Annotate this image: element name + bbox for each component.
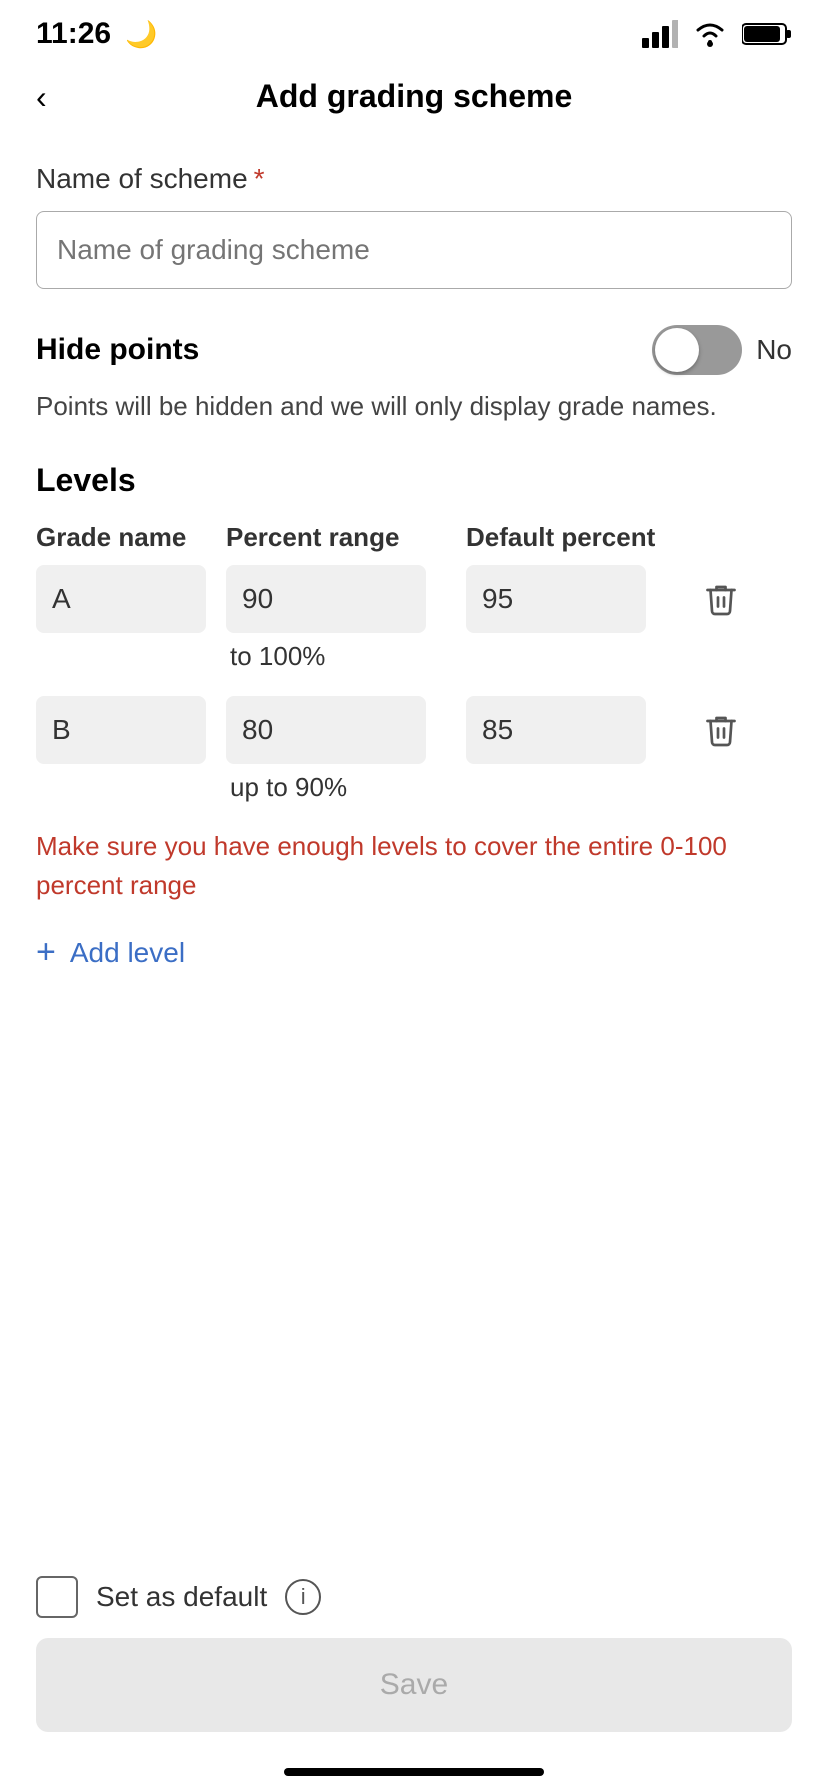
hide-points-row: Hide points No bbox=[36, 325, 792, 375]
grade-name-header: Grade name bbox=[36, 519, 226, 555]
grade-name-input-0[interactable] bbox=[36, 565, 206, 633]
status-icons bbox=[642, 20, 792, 48]
name-label: Name of scheme * bbox=[36, 163, 792, 195]
home-indicator bbox=[284, 1768, 544, 1776]
levels-header: Grade name Percent range Default percent bbox=[36, 519, 792, 555]
range-input-0[interactable] bbox=[226, 565, 426, 633]
set-default-label: Set as default bbox=[96, 1581, 267, 1613]
range-col-0: to 100% bbox=[226, 565, 466, 672]
levels-section: Levels Grade name Percent range Default … bbox=[36, 462, 792, 972]
range-label-0: to 100% bbox=[226, 641, 466, 672]
add-level-label: Add level bbox=[70, 937, 185, 969]
default-input-0[interactable] bbox=[466, 565, 646, 633]
nav-header: ‹ Add grading scheme bbox=[0, 60, 828, 133]
signal-icon bbox=[642, 20, 678, 48]
hide-points-description: Points will be hidden and we will only d… bbox=[36, 387, 792, 426]
save-button[interactable]: Save bbox=[36, 1638, 792, 1732]
info-icon[interactable]: i bbox=[285, 1579, 321, 1615]
delete-row-1[interactable] bbox=[686, 696, 756, 748]
add-level-button[interactable]: + Add level bbox=[36, 933, 185, 972]
add-level-plus-icon: + bbox=[36, 933, 56, 972]
range-label-1: up to 90% bbox=[226, 772, 466, 803]
range-col-1: up to 90% bbox=[226, 696, 466, 803]
percent-range-header: Percent range bbox=[226, 519, 466, 555]
level-row-0: to 100% bbox=[36, 565, 792, 672]
set-default-row: Set as default i bbox=[36, 1576, 792, 1618]
bottom-section: Set as default i Save bbox=[0, 1576, 828, 1732]
wifi-icon bbox=[692, 20, 728, 48]
error-message: Make sure you have enough levels to cove… bbox=[36, 827, 792, 905]
hide-points-toggle[interactable] bbox=[652, 325, 742, 375]
battery-icon bbox=[742, 21, 792, 47]
toggle-value: No bbox=[756, 334, 792, 366]
levels-title: Levels bbox=[36, 462, 792, 499]
default-input-1[interactable] bbox=[466, 696, 646, 764]
status-time: 11:26 🌙 bbox=[36, 17, 158, 51]
toggle-knob bbox=[655, 328, 699, 372]
grade-name-col-0 bbox=[36, 565, 226, 633]
delete-row-0[interactable] bbox=[686, 565, 756, 617]
main-content: Name of scheme * Hide points No Points w… bbox=[0, 133, 828, 972]
default-percent-header: Default percent bbox=[466, 519, 686, 555]
toggle-area: No bbox=[652, 325, 792, 375]
grade-name-input-1[interactable] bbox=[36, 696, 206, 764]
name-field-section: Name of scheme * bbox=[36, 163, 792, 325]
required-marker: * bbox=[254, 163, 265, 195]
set-default-checkbox[interactable] bbox=[36, 1576, 78, 1618]
status-bar: 11:26 🌙 bbox=[0, 0, 828, 60]
range-input-1[interactable] bbox=[226, 696, 426, 764]
scheme-name-input[interactable] bbox=[36, 211, 792, 289]
moon-icon: 🌙 bbox=[125, 19, 157, 49]
back-button[interactable]: ‹ bbox=[36, 81, 47, 113]
page-title: Add grading scheme bbox=[256, 78, 573, 115]
hide-points-label: Hide points bbox=[36, 333, 199, 367]
default-col-1 bbox=[466, 696, 686, 764]
hide-points-section: Hide points No Points will be hidden and… bbox=[36, 325, 792, 426]
default-col-0 bbox=[466, 565, 686, 633]
grade-name-col-1 bbox=[36, 696, 226, 764]
level-row-1: up to 90% bbox=[36, 696, 792, 803]
